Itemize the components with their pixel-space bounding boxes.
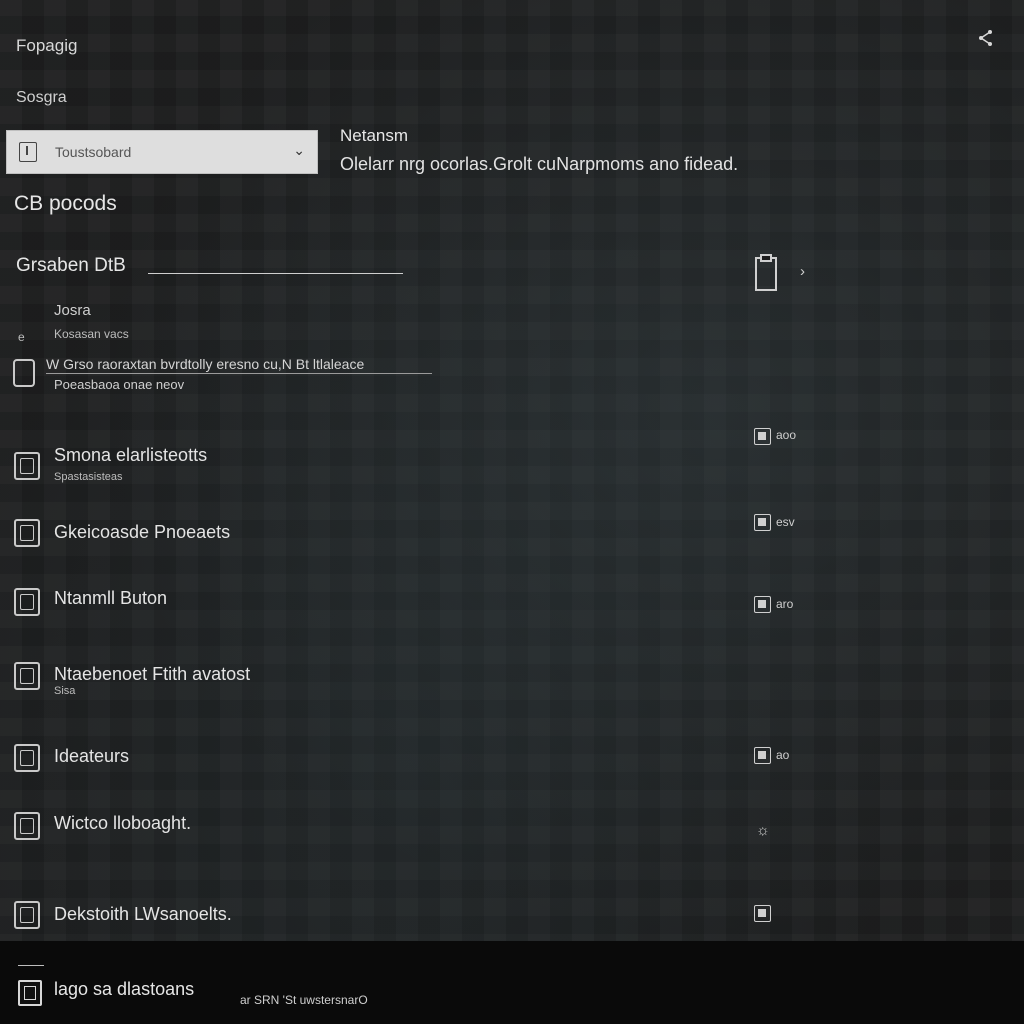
list-item-meta: esv bbox=[776, 515, 795, 529]
list-item[interactable]: Ntaebenoet Ftith avatost Sisa bbox=[0, 656, 1024, 712]
share-icon[interactable] bbox=[976, 28, 996, 48]
bullet-icon: e bbox=[18, 330, 25, 344]
badge-icon bbox=[754, 596, 771, 613]
check-icon bbox=[14, 519, 40, 547]
list-item-sub: Spastasisteas bbox=[54, 471, 123, 483]
category-dropdown[interactable]: Toustsobard ⌄ bbox=[6, 130, 318, 174]
list-item-label: Smona elarlisteotts bbox=[54, 445, 208, 465]
list-item-label: Ideateurs bbox=[54, 746, 130, 766]
detail-divider bbox=[46, 373, 432, 374]
detail-subtext: Poeasbaoa onae neov bbox=[54, 377, 185, 392]
menu-dot-icon[interactable]: › bbox=[800, 263, 805, 280]
list-item-label: Gkeicoasde Pnoeaets bbox=[54, 522, 231, 542]
heading-divider bbox=[148, 273, 403, 274]
dropdown-value: Toustsobard bbox=[55, 144, 132, 160]
detail-text: W Grso raoraxtan bvrdtolly eresno cu,N B… bbox=[46, 356, 365, 372]
bottom-label[interactable]: lago sa dlastoans bbox=[54, 979, 194, 1000]
camera-icon: ☼ bbox=[756, 822, 770, 839]
file-icon bbox=[19, 142, 37, 162]
document-icon bbox=[14, 901, 40, 929]
app-title: Fopagig bbox=[16, 36, 78, 55]
circle-icon bbox=[14, 588, 40, 616]
list-item-label: Ntanmll Buton bbox=[54, 588, 168, 608]
monitor-icon bbox=[14, 662, 40, 690]
badge-icon bbox=[754, 747, 771, 764]
camera-icon bbox=[14, 812, 40, 840]
list-item[interactable]: Ntanmll Buton aro bbox=[0, 580, 1024, 636]
list-item[interactable]: Smona elarlisteotts Spastasisteas bbox=[0, 440, 1024, 496]
list-item[interactable]: Gkeicoasde Pnoeaets esv bbox=[0, 507, 1024, 563]
products-heading: CB pocods bbox=[14, 192, 117, 215]
list-item-meta: aro bbox=[776, 597, 794, 611]
list-item-meta: ao bbox=[776, 748, 790, 762]
list-item-label: Ntaebenoet Ftith avatost bbox=[54, 664, 251, 684]
section-label: Sosgra bbox=[16, 89, 67, 106]
list-item-label: Wictco lloboaght. bbox=[54, 813, 192, 833]
document-icon[interactable] bbox=[754, 254, 780, 292]
tablet-icon bbox=[12, 358, 38, 388]
subsection-title: Josra bbox=[54, 302, 91, 319]
chevron-down-icon: ⌄ bbox=[293, 142, 305, 158]
list-item[interactable]: Ideateurs ao bbox=[0, 738, 1024, 794]
section-heading: Grsaben DtB bbox=[16, 255, 126, 276]
badge-icon bbox=[754, 514, 771, 531]
info-description: Olelarr nrg ocorlas.Grolt cuNarpmoms ano… bbox=[340, 154, 739, 174]
tag-icon bbox=[14, 744, 40, 772]
list-item[interactable]: Wictco lloboaght. ☼ bbox=[0, 806, 1024, 862]
list-item-label: Dekstoith LWsanoelts. bbox=[54, 904, 232, 924]
bottom-subtext: ar SRN 'St uwstersnarO bbox=[240, 993, 368, 1007]
chart-icon bbox=[14, 452, 40, 480]
list-item-sub: Sisa bbox=[54, 685, 76, 697]
info-title: Netansm bbox=[340, 126, 409, 145]
subsection-caption: Kosasan vacs bbox=[54, 327, 129, 341]
bottom-divider bbox=[18, 965, 44, 966]
badge-icon bbox=[754, 905, 771, 922]
window-icon[interactable] bbox=[18, 980, 42, 1006]
